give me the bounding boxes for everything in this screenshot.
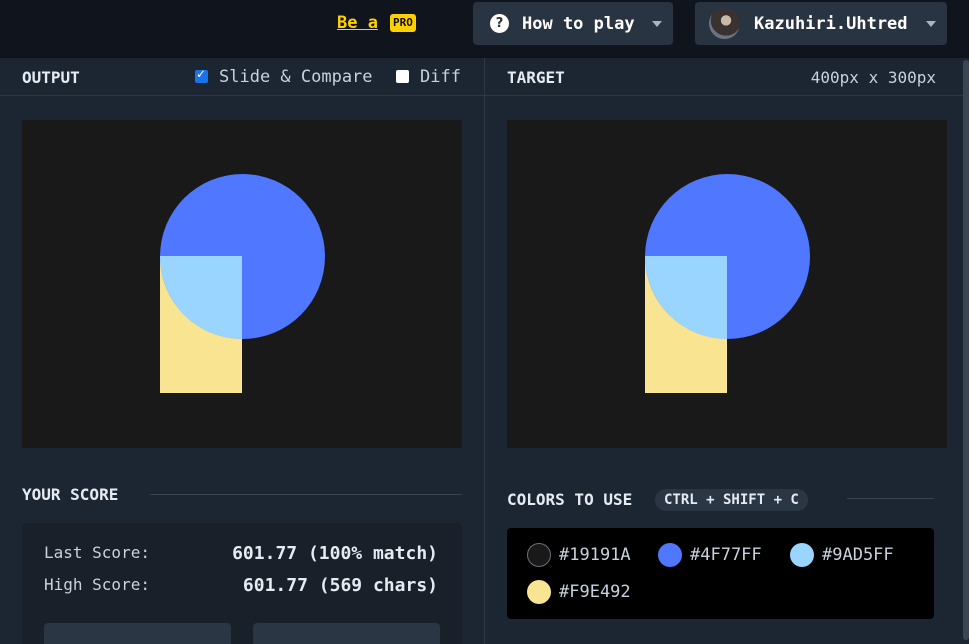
- target-title: TARGET: [507, 68, 565, 87]
- colors-to-use-title: COLORS TO USE: [507, 490, 633, 509]
- diff-checkbox[interactable]: [396, 70, 409, 83]
- color-hex: #9AD5FF: [822, 545, 894, 565]
- color-dot: [527, 580, 551, 604]
- output-panel: OUTPUT Slide & Compare Diff YOUR SCORE L…: [0, 58, 484, 644]
- high-score-label: High Score:: [44, 575, 150, 594]
- output-header: OUTPUT Slide & Compare Diff: [0, 58, 484, 96]
- last-score-label: Last Score:: [44, 543, 150, 562]
- color-dot: [790, 543, 814, 567]
- high-score-value: 601.77 (569 chars): [242, 575, 438, 596]
- target-header: TARGET 400px x 300px: [485, 58, 963, 96]
- slide-compare-checkbox[interactable]: [195, 67, 208, 83]
- chevron-down-icon: [652, 21, 662, 27]
- how-to-play-button[interactable]: ? How to play: [473, 2, 673, 45]
- scrollbar[interactable]: [963, 58, 969, 644]
- your-score-title: YOUR SCORE: [22, 485, 119, 504]
- color-hex: #19191A: [559, 545, 631, 565]
- avatar: [709, 8, 740, 39]
- color-dot: [527, 543, 551, 567]
- score-action-button-1[interactable]: [44, 623, 231, 644]
- target-dimensions: 400px x 300px: [810, 68, 936, 87]
- pro-badge[interactable]: PRO: [390, 14, 416, 32]
- target-canvas: [507, 120, 947, 448]
- colors-palette: #19191A #4F77FF #9AD5FF #F9E492: [507, 528, 934, 619]
- question-icon: ?: [490, 14, 509, 33]
- score-action-button-2[interactable]: [253, 623, 440, 644]
- color-hex: #F9E492: [559, 582, 631, 602]
- output-title: OUTPUT: [22, 68, 80, 87]
- slide-compare-label[interactable]: Slide & Compare: [219, 67, 373, 87]
- color-dot: [658, 543, 682, 567]
- be-a-pro-link[interactable]: Be a: [337, 13, 378, 33]
- user-menu-button[interactable]: Kazuhiri.Uhtred: [695, 2, 947, 45]
- copy-colors-shortcut: CTRL + SHIFT + C: [655, 489, 808, 511]
- divider: [150, 494, 462, 495]
- color-swatch[interactable]: #9AD5FF: [790, 543, 894, 567]
- color-swatch[interactable]: #F9E492: [527, 580, 631, 604]
- username-label: Kazuhiri.Uhtred: [754, 13, 908, 34]
- divider: [847, 498, 934, 499]
- output-canvas[interactable]: [22, 120, 462, 448]
- color-swatch[interactable]: #4F77FF: [658, 543, 762, 567]
- how-to-play-label: How to play: [522, 13, 635, 34]
- scrollbar-thumb[interactable]: [963, 60, 969, 640]
- color-hex: #4F77FF: [690, 545, 762, 565]
- color-swatch[interactable]: #19191A: [527, 543, 631, 567]
- top-bar: Be a PRO ? How to play Kazuhiri.Uhtred: [0, 0, 969, 58]
- chevron-down-icon: [926, 21, 936, 27]
- diff-label[interactable]: Diff: [420, 67, 461, 87]
- score-box: Last Score: 601.77 (100% match) High Sco…: [22, 523, 462, 644]
- last-score-value: 601.77 (100% match): [232, 543, 438, 564]
